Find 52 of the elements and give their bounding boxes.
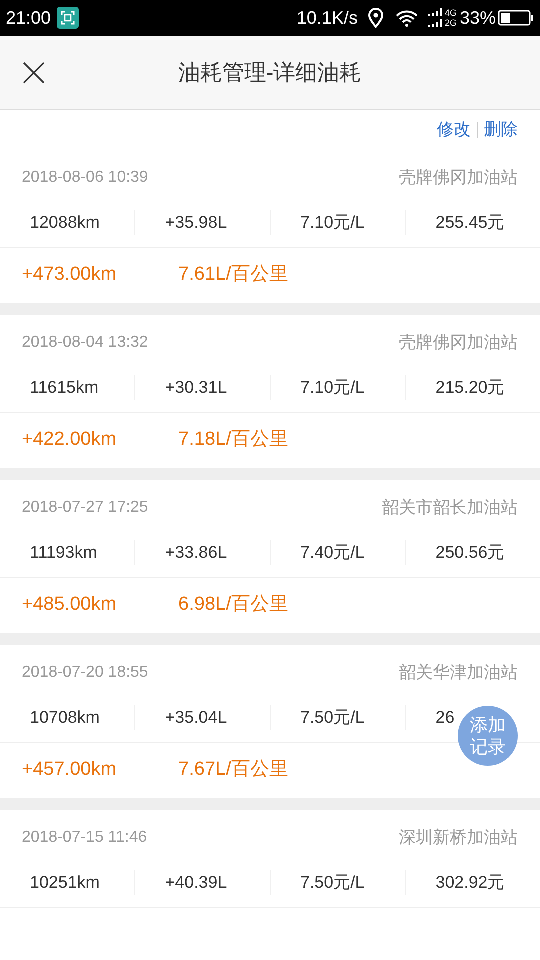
record-value: 26 (436, 706, 455, 729)
record-value: 255.45元 (436, 212, 505, 234)
record-value: +35.04L (165, 706, 228, 729)
network-speed: 10.1K/s (296, 6, 358, 30)
record-value: +30.31L (165, 376, 228, 399)
record-value: 7.10元/L (300, 376, 365, 399)
station-name: 韶关市韶长加油站 (382, 497, 518, 520)
consumption-value: 7.18L/百公里 (178, 428, 288, 452)
action-link[interactable]: 删除 (484, 117, 518, 143)
station-name: 深圳新桥加油站 (399, 827, 518, 850)
station-name: 韶关华津加油站 (399, 662, 518, 684)
record-value: +35.98L (165, 212, 228, 234)
location-icon (368, 8, 384, 28)
status-time: 21:00 (6, 6, 52, 30)
wifi-icon (396, 10, 418, 26)
consumption-value: 7.61L/百公里 (178, 263, 288, 288)
station-name: 壳牌佛冈加油站 (399, 167, 518, 190)
record-value: 10251km (30, 872, 100, 894)
record-value: 250.56元 (436, 542, 505, 564)
signal-icon (428, 8, 444, 28)
record-datetime: 2018-08-06 10:39 (22, 168, 148, 188)
record-value: 12088km (30, 212, 100, 234)
record-datetime: 2018-07-20 18:55 (22, 663, 148, 683)
record-value: 11615km (30, 376, 99, 399)
close-icon (22, 60, 46, 84)
consumption-value: 7.67L/百公里 (178, 758, 288, 782)
record-datetime: 2018-08-04 13:32 (22, 333, 148, 353)
record-datetime: 2018-07-15 11:46 (22, 828, 148, 848)
record-value: +33.86L (165, 542, 228, 564)
network-type: 2G (444, 18, 457, 28)
action-link[interactable]: 修改 (437, 117, 471, 143)
record-datetime: 2018-07-27 17:25 (22, 498, 148, 518)
network-type: 4G (444, 8, 457, 18)
record-value: 7.10元/L (300, 212, 365, 234)
battery-percent: 33% (460, 6, 496, 30)
record-value: 215.20元 (436, 376, 505, 399)
screenshot-icon (57, 7, 80, 29)
record-value: 10708km (30, 706, 100, 729)
station-name: 壳牌佛冈加油站 (399, 332, 518, 354)
distance-value: +485.00km (22, 593, 117, 618)
record-value: 7.40元/L (300, 542, 365, 564)
distance-value: +457.00km (22, 758, 117, 782)
record-value: +40.39L (165, 872, 228, 894)
page-title: 油耗管理-详细油耗 (177, 59, 363, 87)
battery-icon (498, 10, 534, 26)
record-value: 11193km (30, 542, 98, 564)
distance-value: +473.00km (22, 263, 117, 288)
consumption-value: 6.98L/百公里 (178, 593, 288, 618)
record-value: 7.50元/L (300, 706, 365, 729)
distance-value: +422.00km (22, 428, 117, 452)
record-value: 302.92元 (436, 872, 505, 894)
record-value: 7.50元/L (300, 872, 365, 894)
